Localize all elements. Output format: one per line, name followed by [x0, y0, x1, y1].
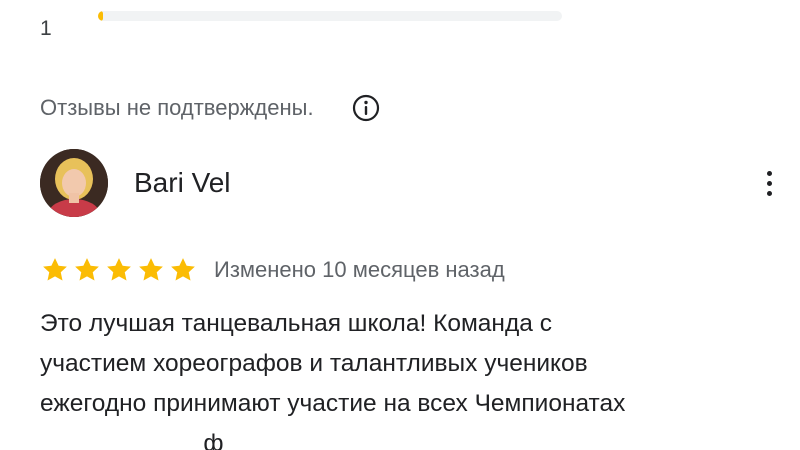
avatar[interactable]	[40, 149, 108, 217]
more-vert-icon	[766, 170, 772, 176]
review-line: участием хореографов и талантливых учени…	[40, 350, 588, 377]
star-icon	[136, 255, 166, 285]
star-icon	[40, 255, 70, 285]
author-name[interactable]: Bari Vel	[134, 167, 231, 199]
review-line: Это лучшая танцевальная школа! Команда с	[40, 310, 552, 337]
review-meta: Изменено 10 месяцев назад	[40, 255, 505, 285]
review-author: Bari Vel	[40, 148, 780, 218]
star-icon	[72, 255, 102, 285]
rating-level-label: 1	[40, 17, 52, 40]
edited-time: Изменено 10 месяцев назад	[214, 257, 505, 282]
rating-bar-fill	[98, 11, 103, 21]
rating-distribution-row[interactable]: 1	[40, 14, 70, 44]
star-icon	[168, 255, 198, 285]
star-rating	[40, 255, 198, 285]
unverified-notice-text: Отзывы не подтверждены.	[40, 95, 314, 120]
review-line: ежегодно принимают участие на всех Чемпи…	[40, 390, 626, 417]
review-line: ф	[40, 430, 224, 450]
info-icon[interactable]	[350, 92, 382, 124]
review-text: Это лучшая танцевальная школа! Команда с…	[40, 304, 780, 450]
more-options-button[interactable]	[758, 163, 780, 203]
star-icon	[104, 255, 134, 285]
unverified-notice: Отзывы не подтверждены.	[40, 92, 382, 124]
rating-bar-track	[98, 11, 562, 21]
